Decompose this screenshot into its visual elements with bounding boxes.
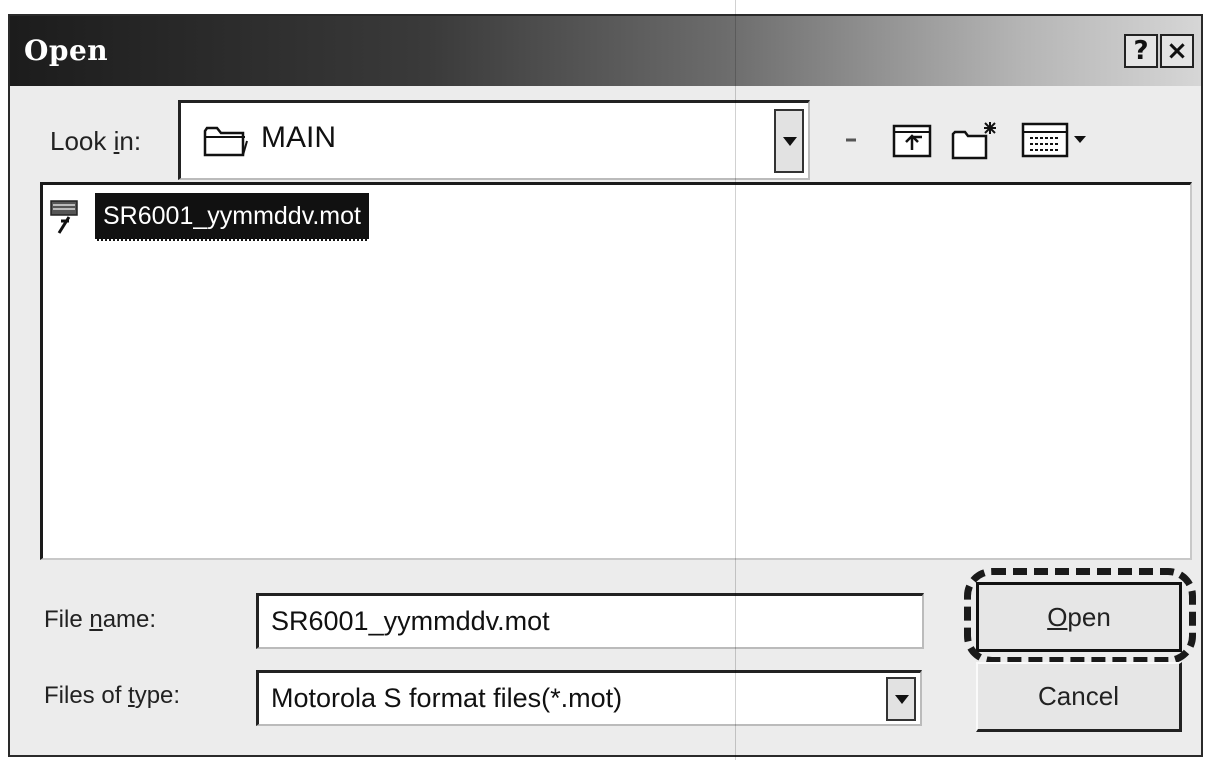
cancel-button[interactable]: Cancel [976,662,1182,732]
help-button[interactable]: ? [1124,34,1158,68]
files-of-type-value: Motorola S format files(*.mot) [271,683,623,713]
open-button[interactable]: Open [976,582,1182,652]
file-list-item-name: SR6001_yymmddv.mot [95,193,369,241]
folder-icon [203,126,248,157]
close-button[interactable]: × [1160,34,1194,68]
look-in-label: Look in: [50,126,141,157]
files-of-type-label: Files of type: [44,682,180,710]
file-name-label-suffix: ame: [102,606,157,633]
files-of-type-dropdown-arrow[interactable] [886,677,916,721]
mot-file-icon [50,200,78,234]
look-in-label-suffix: n: [119,126,142,156]
file-name-label-accel: n [89,606,103,633]
look-in-dropdown-arrow[interactable] [774,109,804,173]
up-one-level-icon[interactable] [890,120,936,160]
files-of-type-label-suffix: ype: [134,682,181,709]
files-of-type-dropdown[interactable]: Motorola S format files(*.mot) [256,670,922,726]
new-folder-icon[interactable] [950,120,1000,160]
view-menu-icon[interactable] [1020,120,1092,160]
title-bar[interactable]: Open ? × [10,16,1201,86]
look-in-dropdown[interactable]: MAIN [178,100,810,180]
file-name-input[interactable]: SR6001_yymmddv.mot [256,593,924,649]
file-list[interactable]: SR6001_yymmddv.mot [40,182,1192,560]
open-button-rest: pen [1067,602,1111,632]
file-name-label-prefix: File [44,606,90,633]
open-button-accel: O [1047,602,1068,632]
back-icon[interactable] [842,134,862,146]
look-in-value: MAIN [261,121,336,154]
open-dialog: Open ? × Look in: MAIN SR6001_yymmddv.mo… [8,14,1203,757]
window-title: Open [24,34,109,67]
scan-crease-line [735,0,736,760]
file-name-label: File name: [44,606,156,634]
files-of-type-label-accel: t [128,682,135,709]
files-of-type-label-prefix: Files of [44,682,129,709]
look-in-label-prefix: Look [50,126,114,156]
